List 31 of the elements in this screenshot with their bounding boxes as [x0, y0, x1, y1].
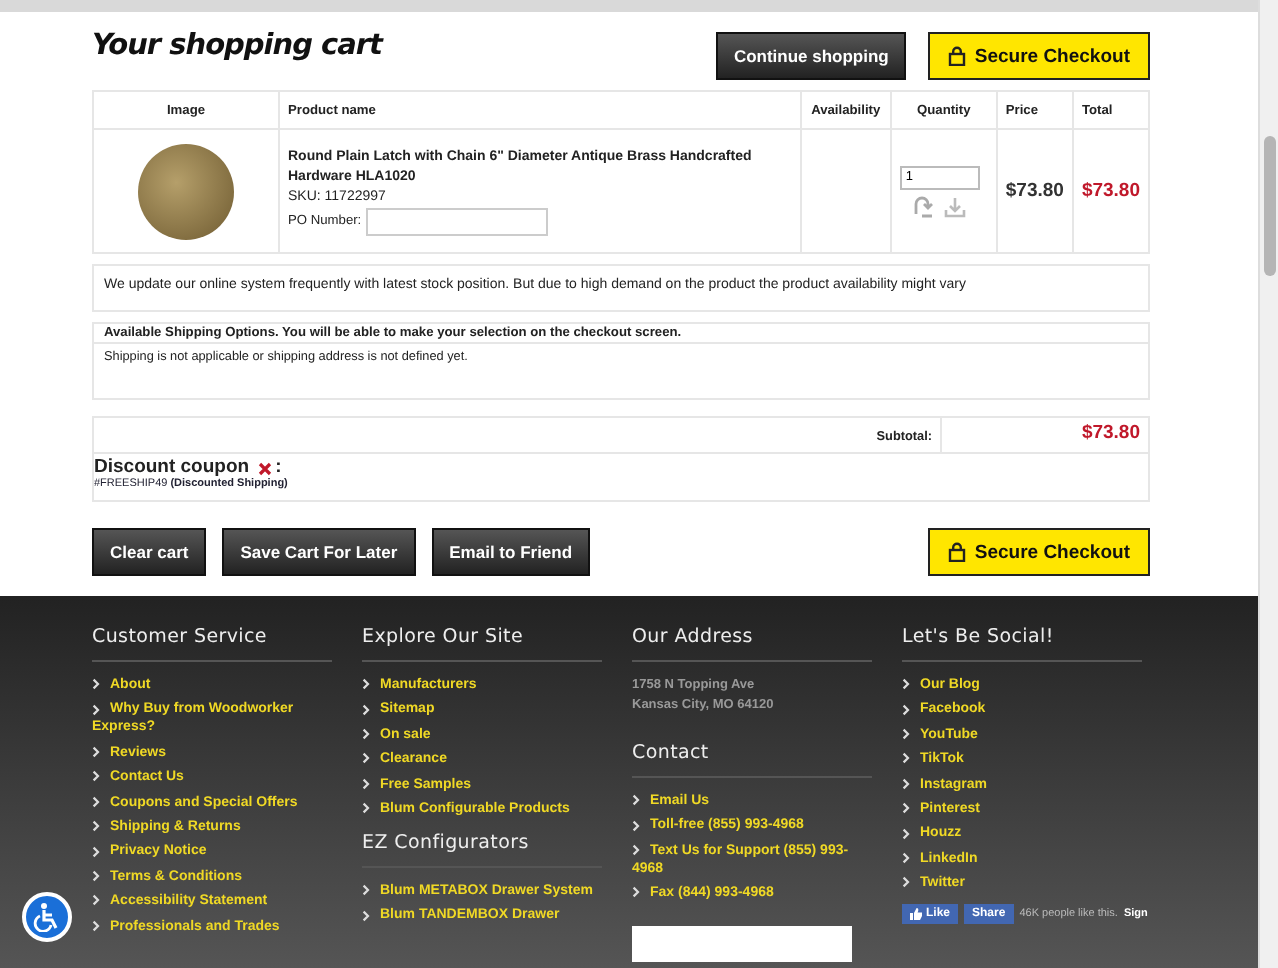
subtotal-value: $73.80	[1081, 422, 1140, 444]
secure-checkout-button[interactable]: Secure Checkout	[928, 528, 1150, 576]
footer-heading: Let's Be Social!	[902, 626, 1142, 662]
lock-icon	[948, 46, 967, 66]
footer-heading: Explore Our Site	[362, 626, 602, 662]
line-total: $73.80	[1072, 129, 1149, 253]
footer-heading: Customer Service	[92, 626, 332, 662]
refresh-icon[interactable]	[911, 195, 936, 217]
footer-heading: Our Address	[632, 626, 872, 662]
action-button[interactable]: Save Cart For Later	[222, 528, 416, 576]
remove-icon[interactable]	[257, 462, 272, 476]
action-button[interactable]: Email to Friend	[431, 528, 591, 576]
discount-label: Discount coupon	[94, 456, 250, 478]
action-button[interactable]: Continue shopping	[715, 32, 907, 80]
accessibility-button[interactable]	[22, 892, 72, 942]
scrollbar-thumb[interactable]	[1263, 136, 1275, 276]
footer-heading: EZ Configurators	[362, 831, 602, 868]
wheelchair-icon	[32, 902, 62, 932]
product-photo	[138, 143, 234, 239]
page-title: Your shopping cart	[92, 30, 386, 62]
company-logo[interactable]	[632, 926, 852, 963]
thumbs-up-icon	[910, 908, 922, 921]
po-number-field[interactable]	[365, 207, 548, 235]
action-button[interactable]: Clear cart	[92, 528, 207, 576]
discount-colon: :	[275, 456, 282, 478]
lock-icon	[948, 542, 967, 562]
secure-checkout-button[interactable]: Secure Checkout	[928, 32, 1150, 80]
download-icon[interactable]	[943, 195, 966, 217]
chevron-icon	[632, 886, 640, 899]
footer-heading: Contact	[632, 742, 872, 778]
unit-price: $73.80	[996, 129, 1073, 253]
